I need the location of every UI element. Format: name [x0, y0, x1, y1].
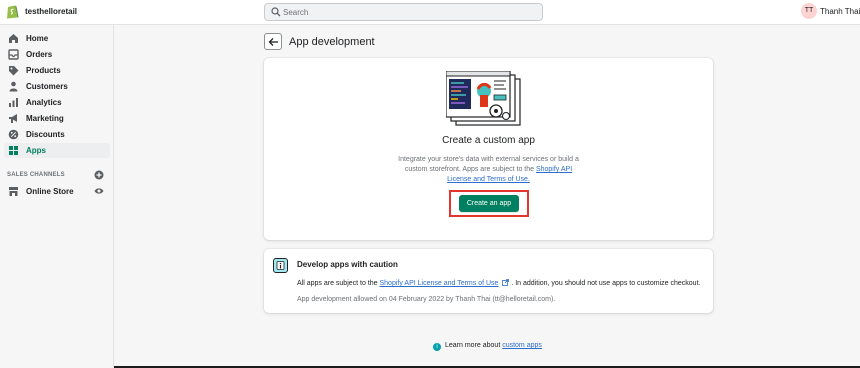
person-icon [9, 81, 18, 92]
apps-icon [9, 146, 18, 155]
sidebar-item-analytics[interactable]: Analytics [4, 95, 110, 110]
caution-title: Develop apps with caution [297, 260, 398, 269]
discount-icon [8, 129, 19, 140]
custom-app-illustration [446, 71, 521, 126]
eye-icon[interactable] [94, 187, 104, 195]
top-bar: testhelloretail Search TT Thanh Thai [0, 0, 860, 25]
orders-icon [8, 49, 19, 60]
home-icon [9, 34, 18, 43]
bar-chart-icon [9, 98, 18, 107]
store-name[interactable]: testhelloretail [25, 7, 77, 16]
sidebar-item-home[interactable]: Home [4, 31, 110, 46]
add-channel-icon[interactable] [94, 170, 104, 180]
sidebar-item-label: Analytics [26, 98, 62, 107]
tag-icon [9, 66, 19, 76]
create-custom-app-title: Create a custom app [442, 135, 535, 146]
sidebar-item-label: Marketing [26, 114, 64, 123]
sidebar-item-products[interactable]: Products [4, 63, 110, 78]
create-custom-app-card: Create a custom app Integrate your store… [264, 58, 713, 240]
learn-more: i Learn more about custom apps [433, 342, 542, 351]
external-link-icon[interactable] [502, 279, 510, 286]
info-circle-icon: i [433, 343, 441, 351]
app-development-allowed-note: App development allowed on 04 February 2… [297, 296, 556, 303]
sidebar-item-customers[interactable]: Customers [4, 79, 110, 94]
custom-app-description: Integrate your store's data with externa… [392, 155, 585, 185]
learn-more-prefix: Learn more about [445, 342, 503, 349]
avatar[interactable]: TT [801, 3, 817, 19]
user-name[interactable]: Thanh Thai [820, 7, 860, 16]
sidebar-item-label: Online Store [26, 187, 74, 196]
sidebar-item-marketing[interactable]: Marketing [4, 111, 110, 126]
custom-apps-link[interactable]: custom apps [502, 342, 542, 349]
store-icon [9, 187, 18, 196]
sales-channels-heading: SALES CHANNELS [7, 172, 65, 178]
sidebar-item-label: Apps [26, 146, 46, 155]
create-app-button[interactable]: Create an app [459, 195, 519, 212]
page-title: App development [289, 36, 375, 48]
sidebar: Home Orders Products Customers Analytics… [0, 25, 114, 368]
sidebar-item-orders[interactable]: Orders [4, 47, 110, 62]
develop-caution-card: Develop apps with caution All apps are s… [264, 249, 713, 313]
info-icon [273, 258, 288, 273]
sidebar-item-label: Discounts [26, 130, 65, 139]
sidebar-item-label: Customers [26, 82, 68, 91]
megaphone-icon [9, 114, 17, 123]
api-terms-link[interactable]: Shopify API License and Terms of Use [380, 280, 499, 287]
search-icon [271, 7, 281, 17]
back-button[interactable] [264, 33, 282, 50]
sidebar-item-label: Orders [26, 50, 53, 59]
caution-text-prefix: All apps are subject to the [297, 280, 380, 287]
search-placeholder: Search [283, 8, 309, 17]
search-input[interactable]: Search [264, 3, 543, 21]
sidebar-item-discounts[interactable]: Discounts [4, 127, 110, 142]
sidebar-item-apps[interactable]: Apps [4, 143, 110, 158]
arrow-left-icon [268, 38, 278, 46]
sidebar-item-label: Home [26, 34, 49, 43]
caution-text: All apps are subject to the Shopify API … [297, 279, 700, 287]
sidebar-item-label: Products [26, 66, 61, 75]
caution-text-suffix: . In addition, you should not use apps t… [511, 280, 701, 287]
shopify-logo-icon[interactable] [6, 4, 19, 19]
